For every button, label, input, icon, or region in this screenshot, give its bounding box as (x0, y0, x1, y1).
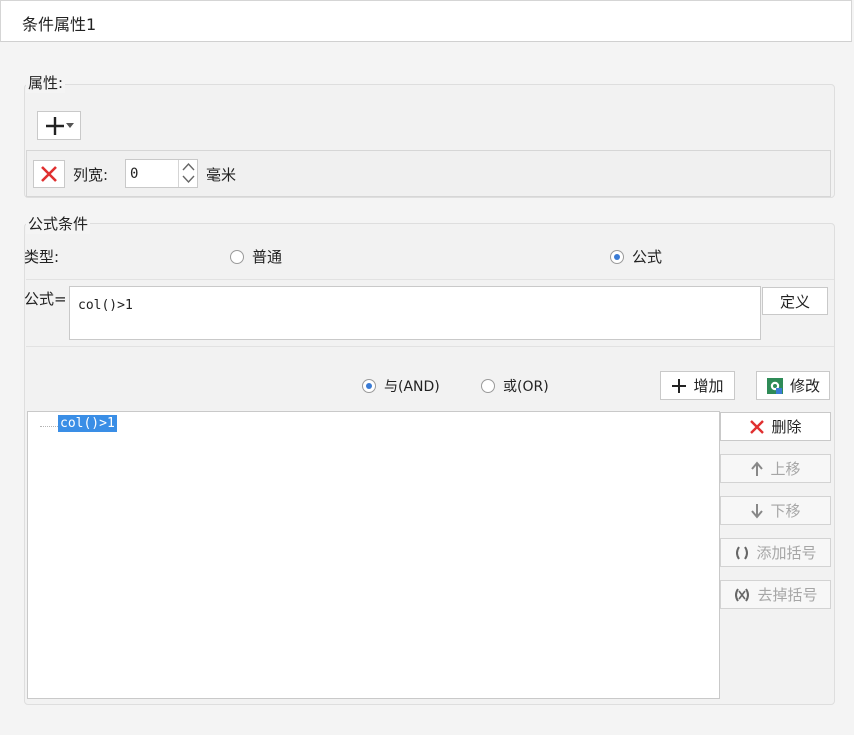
remove-bracket-button-label: 去掉括号 (757, 586, 818, 604)
and-option[interactable]: 与(AND) (362, 376, 440, 396)
and-radio[interactable] (362, 379, 376, 393)
move-up-button-label: 上移 (770, 460, 801, 478)
col-width-input[interactable]: 0 (130, 166, 138, 182)
add-button[interactable]: 增加 (660, 371, 735, 400)
or-option[interactable]: 或(OR) (481, 376, 549, 396)
chevron-down-icon (66, 122, 74, 128)
or-label: 或(OR) (503, 379, 549, 395)
move-up-button[interactable]: 上移 (720, 454, 831, 483)
modify-button[interactable]: 修改 (756, 371, 830, 400)
formula-input[interactable]: col()>1 (69, 286, 761, 340)
or-radio[interactable] (481, 379, 495, 393)
type-formula-option[interactable]: 公式 (610, 246, 662, 267)
chevron-down-icon[interactable] (182, 175, 195, 184)
close-icon (750, 419, 765, 434)
brackets-icon (736, 545, 749, 560)
type-normal-label: 普通 (252, 248, 283, 266)
type-normal-option[interactable]: 普通 (230, 246, 282, 267)
condition-tree[interactable]: col()>1 (27, 411, 720, 699)
modify-button-label: 修改 (789, 377, 820, 395)
move-down-button-label: 下移 (770, 502, 801, 520)
and-label: 与(AND) (384, 379, 440, 395)
plus-icon (46, 116, 64, 135)
add-button-label: 增加 (693, 377, 724, 395)
delete-button-label: 删除 (771, 418, 802, 436)
col-width-stepper[interactable]: 0 (125, 159, 198, 188)
remove-bracket-button[interactable]: 去掉括号 (720, 580, 831, 609)
formula-condition-legend: 公式条件 (26, 213, 91, 234)
unit-label: 毫米 (206, 166, 237, 184)
formula-input-value: col()>1 (78, 298, 133, 313)
chevron-up-icon[interactable] (182, 162, 195, 171)
title-bar (0, 0, 852, 42)
add-attribute-button[interactable] (37, 111, 81, 140)
divider (26, 346, 834, 347)
remove-attribute-button[interactable] (33, 160, 65, 188)
define-button-label: 定义 (779, 292, 810, 311)
arrow-down-icon (751, 503, 764, 519)
tree-connector (40, 426, 58, 428)
col-width-label: 列宽: (73, 166, 109, 184)
type-formula-label: 公式 (632, 248, 663, 266)
arrow-up-icon (751, 460, 764, 476)
attributes-legend: 属性: (26, 72, 66, 93)
add-bracket-button[interactable]: 添加括号 (720, 538, 831, 567)
type-label: 类型: (24, 248, 60, 266)
close-icon (41, 166, 57, 182)
add-bracket-button-label: 添加括号 (756, 544, 817, 562)
formula-label: 公式= (24, 290, 67, 308)
remove-brackets-icon (735, 587, 750, 602)
type-formula-radio[interactable] (610, 249, 624, 264)
window-title: 条件属性1 (22, 15, 97, 34)
plus-icon (672, 378, 687, 393)
tree-item[interactable]: col()>1 (58, 415, 117, 432)
move-down-button[interactable]: 下移 (720, 496, 831, 525)
delete-button[interactable]: 删除 (720, 412, 831, 441)
define-button[interactable]: 定义 (762, 287, 828, 315)
type-normal-radio[interactable] (230, 249, 244, 264)
gear-edit-icon (766, 377, 783, 394)
divider (26, 279, 834, 280)
